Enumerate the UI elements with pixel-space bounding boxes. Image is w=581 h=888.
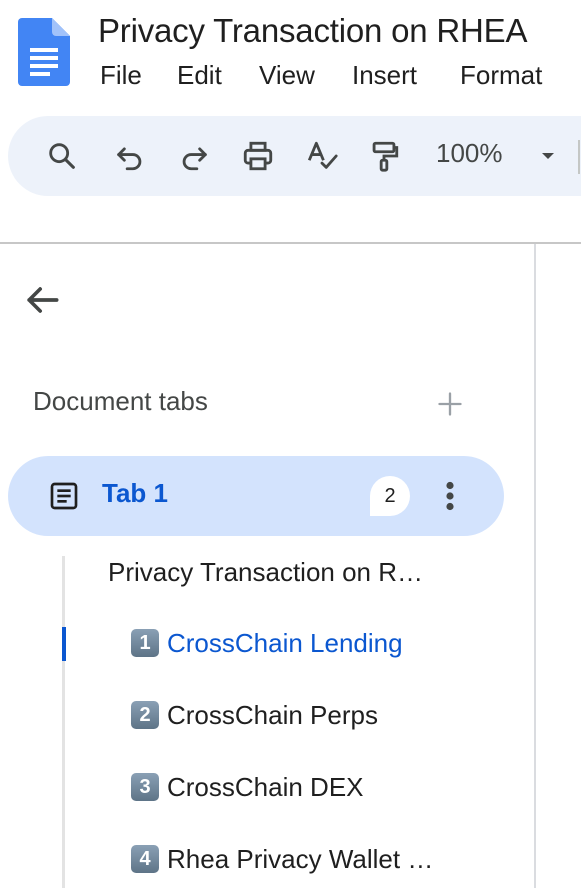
undo-button[interactable]: [110, 136, 150, 176]
keycap-four-emoji: 4: [131, 845, 159, 873]
menu-format[interactable]: Format: [460, 60, 542, 91]
print-button[interactable]: [238, 136, 278, 176]
search-button[interactable]: [42, 136, 82, 176]
caret-down-icon[interactable]: [536, 144, 560, 168]
outline-item[interactable]: 4 Rhea Privacy Wallet …: [131, 839, 433, 879]
menu-edit[interactable]: Edit: [177, 60, 222, 91]
document-tabs-heading: Document tabs: [33, 386, 208, 416]
keycap-one-emoji: 1: [131, 629, 159, 657]
outline-active-indicator: [62, 627, 66, 661]
outline-item[interactable]: Privacy Transaction on R…: [108, 552, 423, 592]
keycap-three-emoji: 3: [131, 773, 159, 801]
tab-label: Tab 1: [102, 478, 168, 508]
outline-item-label: Rhea Privacy Wallet …: [167, 843, 434, 874]
docs-window: Privacy Transaction on RHEA File Edit Vi…: [0, 0, 581, 888]
menu-view[interactable]: View: [259, 60, 315, 91]
redo-button[interactable]: [174, 136, 214, 176]
undo-icon: [117, 147, 142, 171]
redo-icon: [182, 147, 207, 171]
keycap-two-emoji: 2: [131, 701, 159, 729]
tab-item-selected[interactable]: Tab 1 2: [8, 456, 504, 536]
search-icon: [49, 143, 75, 169]
panel-divider: [534, 244, 536, 888]
outline-rail: [62, 556, 65, 888]
outline-item-label: CrossChain DEX: [167, 771, 364, 802]
paint-format-icon: [372, 141, 399, 172]
more-vert-icon[interactable]: [436, 478, 464, 514]
spellcheck-button[interactable]: [302, 136, 342, 176]
document-tab-icon: [50, 482, 78, 510]
outline-item-label: CrossChain Perps: [167, 699, 378, 730]
outline-item-label: CrossChain Lending: [167, 627, 403, 658]
outline-item[interactable]: 2 CrossChain Perps: [131, 695, 378, 735]
spellcheck-icon: [307, 141, 338, 169]
comment-count-badge[interactable]: 2: [370, 476, 410, 516]
outline-item-active[interactable]: 1 CrossChain Lending: [131, 623, 403, 663]
menu-insert[interactable]: Insert: [352, 60, 417, 91]
document-title[interactable]: Privacy Transaction on RHEA: [98, 12, 527, 50]
arrow-back-icon[interactable]: [20, 278, 64, 322]
toolbar: 100%: [8, 116, 581, 196]
zoom-select[interactable]: 100%: [436, 138, 503, 174]
print-icon: [243, 141, 273, 171]
outline-item-label: Privacy Transaction on R…: [108, 556, 424, 587]
toolbar-divider: [578, 140, 580, 174]
paint-format-button[interactable]: [364, 136, 404, 176]
google-docs-icon[interactable]: [18, 18, 70, 86]
header-divider: [0, 242, 581, 244]
plus-icon[interactable]: [436, 390, 464, 418]
menu-file[interactable]: File: [100, 60, 142, 91]
outline-item[interactable]: 3 CrossChain DEX: [131, 767, 364, 807]
